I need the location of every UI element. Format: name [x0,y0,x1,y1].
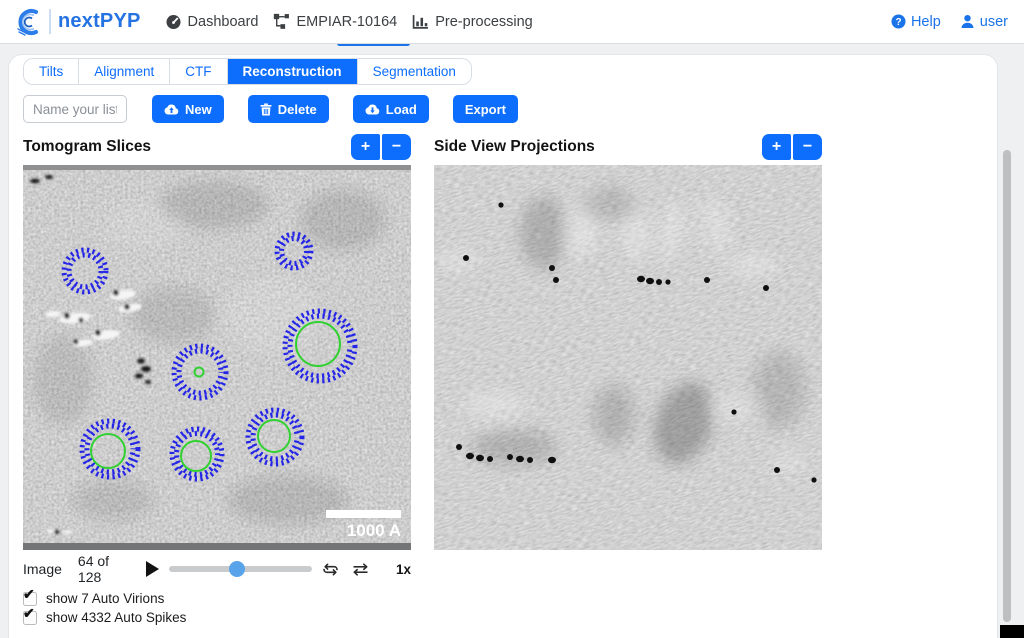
tab-ctf[interactable]: CTF [170,59,227,84]
viewer-panels: Tomogram Slices + − [23,133,997,628]
load-button[interactable]: Load [353,95,429,123]
slice-slider[interactable] [169,566,312,572]
nav-item-project[interactable]: EMPIAR-10164 [271,13,399,30]
load-button-label: Load [386,102,417,117]
new-button[interactable]: New [152,95,224,123]
list-name-input[interactable] [23,95,127,123]
tab-alignment[interactable]: Alignment [79,59,170,84]
nav-item-preprocessing[interactable]: Pre-processing [410,13,535,30]
trash-icon [260,103,272,116]
nav-item-dashboard[interactable]: Dashboard [163,13,261,30]
checkmark-icon: ✔ [23,606,35,620]
export-button-label: Export [465,102,506,117]
delete-button-label: Delete [278,102,317,117]
auto-spikes-checkbox[interactable]: ✔ [23,611,37,625]
chart-icon [412,13,429,30]
delete-button[interactable]: Delete [248,95,329,123]
overlay-toggles: ✔ show 7 Auto Virions ✔ show 4332 Auto S… [23,590,411,626]
nav-links: Dashboard EMPIAR-10164 [163,13,535,30]
svg-text:?: ? [895,17,901,28]
tomogram-slices-panel: Tomogram Slices + − [23,133,411,628]
tomogram-zoom-controls: + − [351,134,411,160]
brand-divider [49,9,51,34]
tomogram-panel-header: Tomogram Slices + − [23,133,411,160]
nav-item-label: Dashboard [188,14,259,30]
tomogram-zoom-in-button[interactable]: + [351,134,380,160]
project-icon [273,13,290,30]
tab-segmentation[interactable]: Segmentation [358,59,471,84]
tomogram-panel-title: Tomogram Slices [23,138,151,156]
checkmark-icon: ✔ [23,587,35,601]
new-button-label: New [185,102,212,117]
cloud-upload-icon [164,104,179,115]
help-link[interactable]: ? Help [889,14,943,30]
slice-player: Image 64 of 128 [23,556,411,582]
page-scrollbar[interactable] [1003,150,1011,622]
player-position: 64 of 128 [78,553,135,585]
cloud-download-icon [365,104,380,115]
brand-name: nextPYP [58,10,141,33]
nav-item-label: Pre-processing [435,14,533,30]
auto-spikes-toggle[interactable]: ✔ show 4332 Auto Spikes [23,609,411,626]
tab-tilts[interactable]: Tilts [24,59,79,84]
gauge-icon [165,13,182,30]
help-label: Help [911,14,941,30]
tomogram-slice-image[interactable]: 1000 A [23,165,411,550]
side-view-zoom-out-button[interactable]: − [793,134,822,160]
auto-virions-label: show 7 Auto Virions [46,591,164,606]
auto-spikes-label: show 4332 Auto Spikes [46,610,186,625]
nextpyp-logo-icon [14,7,44,37]
side-view-projection-image[interactable] [434,165,822,550]
slider-thumb[interactable] [229,561,245,577]
nav-item-label: EMPIAR-10164 [296,14,397,30]
export-button[interactable]: Export [453,95,518,123]
tomogram-zoom-out-button[interactable]: − [382,134,411,160]
main-content-card: Tilts Alignment CTF Reconstruction Segme… [8,54,998,638]
help-icon: ? [891,14,906,29]
user-label: user [980,14,1008,30]
side-view-zoom-controls: + − [762,134,822,160]
user-icon [960,14,975,29]
brand[interactable]: nextPYP [14,7,141,37]
loop-icon[interactable] [322,562,339,577]
side-view-zoom-in-button[interactable]: + [762,134,791,160]
navbar-right: ? Help user [889,14,1010,30]
mode-tabs: Tilts Alignment CTF Reconstruction Segme… [23,58,472,85]
user-menu[interactable]: user [958,14,1010,30]
player-image-label: Image [23,561,62,577]
scale-bar-label: 1000 A [347,521,401,540]
playback-speed[interactable]: 1x [396,562,411,577]
tab-reconstruction[interactable]: Reconstruction [228,59,358,84]
shuffle-icon[interactable] [352,563,369,576]
side-view-panel-title: Side View Projections [434,138,595,156]
auto-virions-toggle[interactable]: ✔ show 7 Auto Virions [23,590,411,607]
play-button[interactable] [146,561,159,577]
side-view-panel: Side View Projections + − [434,133,822,628]
screen-corner-box [1000,625,1024,638]
auto-virions-checkbox[interactable]: ✔ [23,592,37,606]
top-navbar: nextPYP Dashboard [0,0,1024,44]
side-view-panel-header: Side View Projections + − [434,133,822,160]
list-toolbar: New Delete Load Export [23,95,997,123]
